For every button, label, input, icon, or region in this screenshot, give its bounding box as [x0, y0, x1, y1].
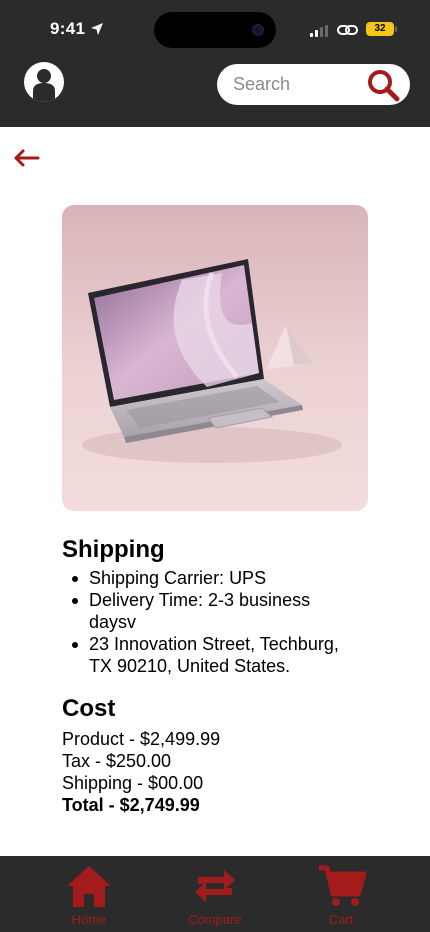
shipping-title: Shipping — [62, 536, 165, 563]
shipping-carrier: Shipping Carrier: UPS — [62, 567, 362, 589]
camera-icon — [252, 24, 264, 36]
app-header — [0, 54, 430, 127]
home-icon — [67, 866, 111, 907]
product-cost: Product - $2,499.99 — [62, 729, 221, 749]
shipping-address: 23 Innovation Street, Techburg, TX 90210… — [62, 633, 362, 677]
product-image — [62, 205, 368, 511]
back-arrow-icon[interactable] — [12, 146, 42, 170]
user-avatar-icon[interactable] — [24, 62, 64, 102]
tab-home-label: Home — [71, 912, 107, 927]
link-icon — [337, 25, 358, 35]
delivery-time: Delivery Time: 2-3 business daysv — [62, 589, 362, 633]
cost-breakdown: Product - $2,499.99 Tax - $250.00 Shippi… — [62, 728, 220, 816]
signal-icon — [310, 25, 328, 37]
search-input[interactable] — [233, 64, 363, 105]
cart-icon — [319, 865, 366, 906]
total-cost: Total - $2,749.99 — [62, 795, 200, 815]
status-time: 9:41 — [50, 19, 86, 38]
location-arrow-icon — [91, 23, 103, 35]
search-bar[interactable] — [217, 64, 410, 105]
tax-cost: Tax - $250.00 — [62, 751, 172, 771]
tab-compare[interactable]: Compare — [165, 864, 265, 930]
tab-compare-label: Compare — [188, 912, 242, 927]
search-icon[interactable] — [366, 68, 400, 102]
tab-bar: Home Compare Cart — [0, 856, 430, 932]
tab-home[interactable]: Home — [39, 864, 139, 930]
cost-title: Cost — [62, 695, 116, 722]
shipping-cost: Shipping - $00.00 — [62, 773, 204, 793]
battery-icon: 32 — [366, 22, 397, 36]
battery-level: 32 — [374, 23, 386, 34]
status-bar: 9:41 32 — [0, 0, 430, 54]
tab-cart[interactable]: Cart — [291, 864, 391, 930]
shipping-details-list: Shipping Carrier: UPS Delivery Time: 2-3… — [62, 567, 362, 677]
dynamic-island — [154, 12, 276, 48]
compare-arrows-icon — [195, 870, 235, 902]
tab-cart-label: Cart — [328, 912, 354, 927]
